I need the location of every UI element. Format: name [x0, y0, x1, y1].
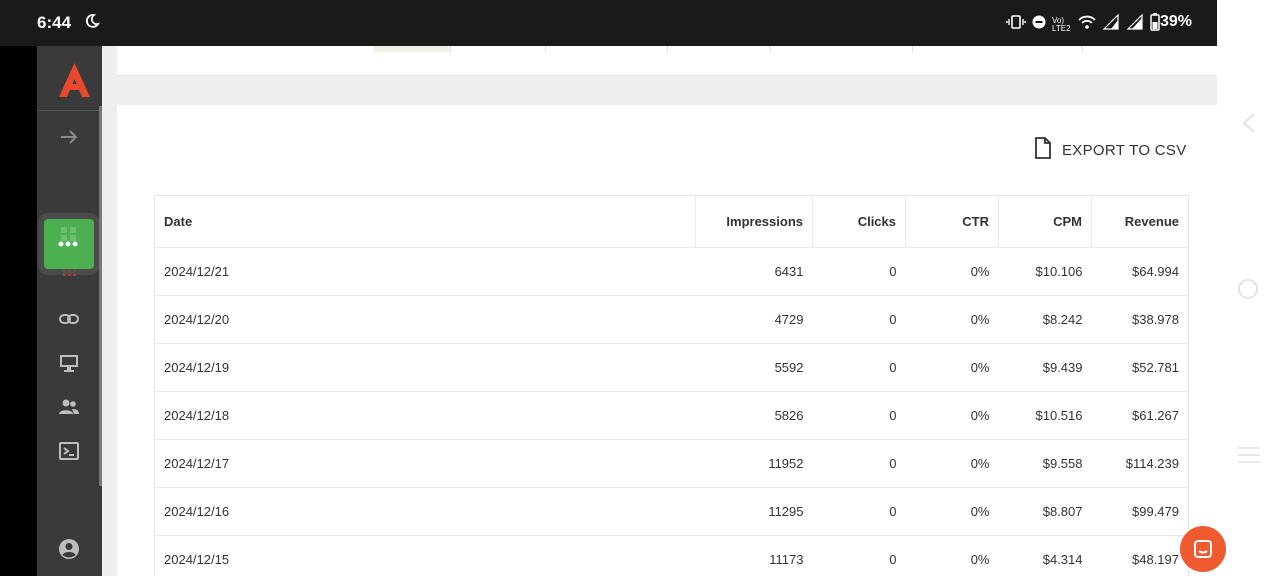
cell-clicks: 0	[812, 439, 906, 488]
cell-revenue: $52.781	[1091, 343, 1188, 392]
main-content: EXPORT TO CSV Date Impressions Clicks CT…	[102, 46, 1217, 576]
cell-ctr: 0%	[905, 535, 999, 576]
export-csv-button[interactable]: EXPORT TO CSV	[1034, 137, 1187, 163]
monitor-icon[interactable]	[58, 352, 80, 374]
signal-2-icon	[1126, 13, 1144, 35]
home-nav-icon[interactable]	[1237, 278, 1259, 305]
battery-level: 39%	[1160, 13, 1193, 30]
status-time: 6:44	[37, 13, 72, 32]
cell-cpm: $8.242	[998, 295, 1092, 344]
cell-date: 2024/12/20	[155, 295, 696, 344]
system-nav-panel	[1217, 0, 1280, 576]
cell-date: 2024/12/21	[155, 247, 696, 296]
file-icon	[1034, 137, 1052, 163]
cell-clicks: 0	[812, 487, 906, 536]
cell-date: 2024/12/16	[155, 487, 696, 536]
dnd-minus-icon	[1032, 15, 1046, 34]
cell-cpm: $10.516	[998, 391, 1092, 440]
users-icon[interactable]	[58, 396, 80, 418]
column-header-cpm[interactable]: CPM	[998, 196, 1092, 248]
recents-nav-icon[interactable]	[1236, 444, 1262, 471]
tab-divider	[770, 46, 771, 53]
cell-revenue: $38.978	[1091, 295, 1188, 344]
terminal-icon[interactable]	[58, 440, 80, 462]
cell-ctr: 0%	[905, 295, 999, 344]
cell-revenue: $64.994	[1091, 247, 1188, 296]
sidebar-item-apps[interactable]	[44, 219, 94, 269]
cell-impressions: 11952	[695, 439, 813, 488]
do-not-disturb-icon	[84, 13, 100, 34]
cell-revenue: $114.239	[1091, 439, 1188, 488]
column-header-ctr[interactable]: CTR	[905, 196, 999, 248]
wifi-icon	[1078, 15, 1096, 34]
cell-date: 2024/12/19	[155, 343, 696, 392]
cell-cpm: $9.439	[998, 343, 1092, 392]
cell-impressions: 11295	[695, 487, 813, 536]
tab-indicator	[373, 46, 450, 52]
cell-cpm: $9.558	[998, 439, 1092, 488]
app-logo[interactable]	[58, 62, 91, 103]
report-table: Date Impressions Clicks CTR CPM Revenue …	[154, 195, 1189, 576]
cell-impressions: 6431	[695, 247, 813, 296]
status-bar: 6:44 Vo) LTE2 39%	[0, 0, 1217, 46]
cell-cpm: $8.807	[998, 487, 1092, 536]
cell-revenue: $48.197	[1091, 535, 1188, 576]
vibrate-icon	[1006, 14, 1026, 35]
table-row: 2024/12/19 5592 0 0% $9.439 $52.781	[155, 343, 1188, 392]
link-icon[interactable]	[58, 308, 80, 330]
cell-clicks: 0	[812, 535, 906, 576]
cell-ctr: 0%	[905, 487, 999, 536]
battery-icon	[1150, 13, 1160, 36]
column-header-revenue[interactable]: Revenue	[1091, 196, 1188, 248]
report-card: EXPORT TO CSV Date Impressions Clicks CT…	[117, 105, 1217, 576]
column-header-clicks[interactable]: Clicks	[812, 196, 906, 248]
cell-revenue: $99.479	[1091, 487, 1188, 536]
cell-date: 2024/12/15	[155, 535, 696, 576]
tab-divider	[667, 46, 668, 53]
table-row: 2024/12/21 6431 0 0% $10.106 $64.994	[155, 247, 1188, 296]
cell-clicks: 0	[812, 391, 906, 440]
volte-label: Vo) LTE2	[1052, 15, 1071, 33]
cell-clicks: 0	[812, 295, 906, 344]
table-row: 2024/12/20 4729 0 0% $8.242 $38.978	[155, 295, 1188, 344]
tab-divider	[545, 46, 546, 53]
cell-impressions: 5826	[695, 391, 813, 440]
export-csv-label: EXPORT TO CSV	[1062, 141, 1187, 159]
expand-arrow-icon[interactable]	[58, 126, 80, 148]
column-header-impressions[interactable]: Impressions	[695, 196, 813, 248]
account-icon[interactable]	[58, 538, 80, 560]
cell-ctr: 0%	[905, 247, 999, 296]
tab-divider	[1082, 46, 1083, 53]
chat-launcher-button[interactable]	[1180, 526, 1226, 572]
cell-date: 2024/12/18	[155, 391, 696, 440]
cell-impressions: 11173	[695, 535, 813, 576]
sidebar	[37, 46, 102, 576]
column-header-date[interactable]: Date	[155, 196, 696, 248]
cell-cpm: $10.106	[998, 247, 1092, 296]
signal-1-icon	[1102, 13, 1120, 35]
sidebar-divider	[37, 110, 102, 111]
summary-card-bottom-edge	[117, 46, 1217, 76]
cell-clicks: 0	[812, 247, 906, 296]
tab-divider	[450, 46, 451, 53]
table-row: 2024/12/18 5826 0 0% $10.516 $61.267	[155, 391, 1188, 440]
cell-cpm: $4.314	[998, 535, 1092, 576]
cell-revenue: $61.267	[1091, 391, 1188, 440]
table-row: 2024/12/16 11295 0 0% $8.807 $99.479	[155, 487, 1188, 536]
table-row: 2024/12/17 11952 0 0% $9.558 $114.239	[155, 439, 1188, 488]
cell-impressions: 5592	[695, 343, 813, 392]
chat-icon	[1194, 540, 1212, 558]
cell-date: 2024/12/17	[155, 439, 696, 488]
cell-clicks: 0	[812, 343, 906, 392]
back-nav-icon[interactable]	[1241, 112, 1257, 139]
cell-ctr: 0%	[905, 391, 999, 440]
cell-ctr: 0%	[905, 343, 999, 392]
cell-impressions: 4729	[695, 295, 813, 344]
tab-divider	[912, 46, 913, 53]
table-header-row: Date Impressions Clicks CTR CPM Revenue	[155, 196, 1188, 248]
cell-ctr: 0%	[905, 439, 999, 488]
table-row: 2024/12/15 11173 0 0% $4.314 $48.197	[155, 535, 1188, 576]
grid-apps-icon	[58, 227, 78, 247]
